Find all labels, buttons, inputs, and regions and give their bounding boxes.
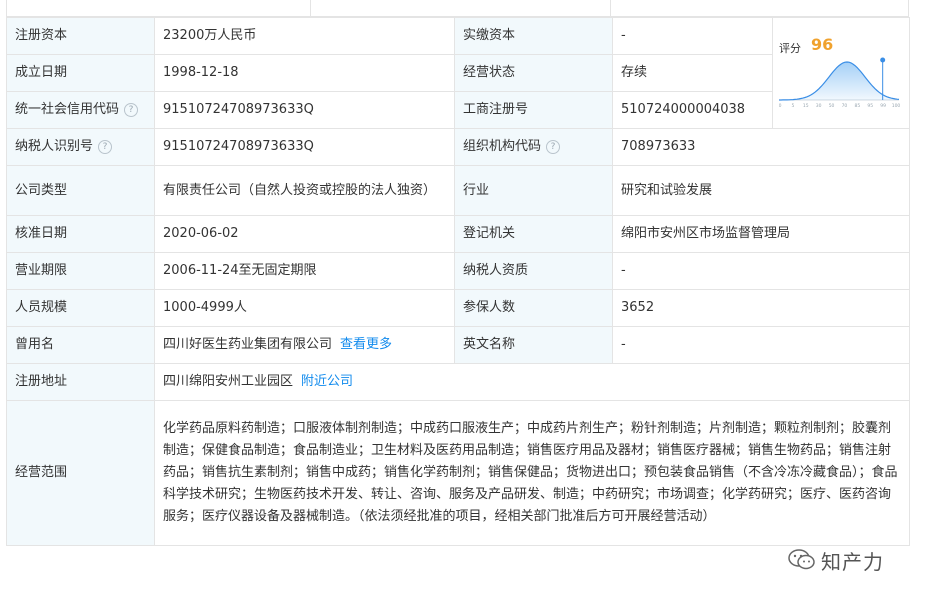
score-marker-dot (880, 57, 886, 63)
value-english-name: - (612, 326, 910, 364)
question-circle-icon[interactable]: ? (124, 103, 139, 117)
table-row: 人员规模 1000-4999人 参保人数 3652 (6, 289, 910, 327)
table-row: 注册地址 四川绵阳安州工业园区 附近公司 (6, 363, 910, 401)
table-top-strip (6, 0, 909, 17)
table-row: 公司类型 有限责任公司（自然人投资或控股的法人独资） 行业 研究和试验发展 (6, 165, 910, 216)
label-registration-authority: 登记机关 (454, 215, 613, 253)
value-taxpayer-qualification: - (612, 252, 910, 290)
label-paid-capital: 实缴资本 (454, 17, 613, 55)
company-info-table: 注册资本 23200万人民币 实缴资本 - 评分 96 0 5 15 30 50… (6, 17, 910, 546)
label-former-name: 曾用名 (6, 326, 155, 364)
label-insured-count: 参保人数 (454, 289, 613, 327)
score-axis-tick-label: 70 (842, 103, 848, 108)
label-org-code: 组织机构代码? (454, 128, 613, 166)
label-founded-date: 成立日期 (6, 54, 155, 92)
label-registration-number: 工商注册号 (454, 91, 613, 129)
score-panel[interactable]: 评分 96 0 5 15 30 50 70 85 95 99 100 (772, 17, 910, 132)
nearby-companies-link[interactable]: 附近公司 (301, 374, 353, 389)
table-row: 注册资本 23200万人民币 实缴资本 - 评分 96 0 5 15 30 50… (6, 17, 910, 129)
value-taxpayer-id: 91510724708973633Q (154, 128, 455, 166)
score-widget[interactable]: 评分 96 0 5 15 30 50 70 85 95 99 100 (779, 22, 905, 132)
label-taxpayer-id: 纳税人识别号? (6, 128, 155, 166)
wechat-icon (787, 547, 817, 573)
value-staff-size: 1000-4999人 (154, 289, 455, 327)
value-industry: 研究和试验发展 (612, 165, 910, 216)
label-registered-address: 注册地址 (6, 363, 155, 401)
score-value: 96 (811, 35, 834, 54)
value-org-code: 708973633 (612, 128, 910, 166)
value-credit-code: 91510724708973633Q (154, 91, 455, 129)
value-registration-number: 510724000004038 (612, 91, 773, 129)
label-business-term: 营业期限 (6, 252, 155, 290)
score-axis-tick-label: 50 (829, 103, 835, 108)
label-org-code-text: 组织机构代码 (463, 139, 542, 154)
score-axis-tick-label: 30 (816, 103, 822, 108)
address-text: 四川绵阳安州工业园区 (163, 374, 294, 389)
value-business-status: 存续 (612, 54, 773, 92)
value-approval-date: 2020-06-02 (154, 215, 455, 253)
label-registered-capital: 注册资本 (6, 17, 155, 55)
question-circle-icon[interactable]: ? (546, 140, 561, 154)
score-axis-tick-label: 95 (867, 103, 873, 108)
label-company-type: 公司类型 (6, 165, 155, 216)
score-axis-tick-label: 85 (854, 103, 860, 108)
value-registered-address: 四川绵阳安州工业园区 附近公司 (154, 363, 910, 401)
label-staff-size: 人员规模 (6, 289, 155, 327)
value-insured-count: 3652 (612, 289, 910, 327)
question-circle-icon[interactable]: ? (98, 140, 113, 154)
watermark-text: 知产力 (821, 549, 884, 574)
watermark: 知产力 (787, 543, 899, 577)
table-row: 核准日期 2020-06-02 登记机关 绵阳市安州区市场监督管理局 (6, 215, 910, 253)
label-credit-code-text: 统一社会信用代码 (15, 102, 120, 117)
score-axis-tick-label: 0 (779, 103, 782, 108)
value-business-term: 2006-11-24至无固定期限 (154, 252, 455, 290)
value-registered-capital: 23200万人民币 (154, 17, 455, 55)
table-row: 经营范围 化学药品原料药制造；口服液体制剂制造；中成药口服液生产；中成药片剂生产… (6, 400, 910, 546)
table-row: 纳税人识别号? 91510724708973633Q 组织机构代码? 70897… (6, 128, 910, 166)
label-business-status: 经营状态 (454, 54, 613, 92)
label-industry: 行业 (454, 165, 613, 216)
table-row: 曾用名 四川好医生药业集团有限公司 查看更多 英文名称 - (6, 326, 910, 364)
former-name-text: 四川好医生药业集团有限公司 (163, 337, 333, 352)
score-distribution-chart: 0 5 15 30 50 70 85 95 99 100 (779, 57, 901, 108)
view-more-link[interactable]: 查看更多 (340, 337, 392, 352)
label-taxpayer-id-text: 纳税人识别号 (15, 139, 94, 154)
label-taxpayer-qualification: 纳税人资质 (454, 252, 613, 290)
score-axis-tick-label: 100 (892, 103, 901, 108)
score-axis-tick-label: 99 (880, 103, 886, 108)
score-axis-tick-label: 5 (791, 103, 794, 108)
value-registration-authority: 绵阳市安州区市场监督管理局 (612, 215, 910, 253)
label-business-scope: 经营范围 (6, 400, 155, 546)
value-founded-date: 1998-12-18 (154, 54, 455, 92)
value-company-type: 有限责任公司（自然人投资或控股的法人独资） (154, 165, 455, 216)
label-approval-date: 核准日期 (6, 215, 155, 253)
value-business-scope: 化学药品原料药制造；口服液体制剂制造；中成药口服液生产；中成药片剂生产；粉针剂制… (154, 400, 910, 546)
value-paid-capital: - (612, 17, 773, 55)
table-row: 营业期限 2006-11-24至无固定期限 纳税人资质 - (6, 252, 910, 290)
label-english-name: 英文名称 (454, 326, 613, 364)
label-credit-code: 统一社会信用代码? (6, 91, 155, 129)
value-former-name: 四川好医生药业集团有限公司 查看更多 (154, 326, 455, 364)
score-axis-tick-label: 15 (803, 103, 809, 108)
